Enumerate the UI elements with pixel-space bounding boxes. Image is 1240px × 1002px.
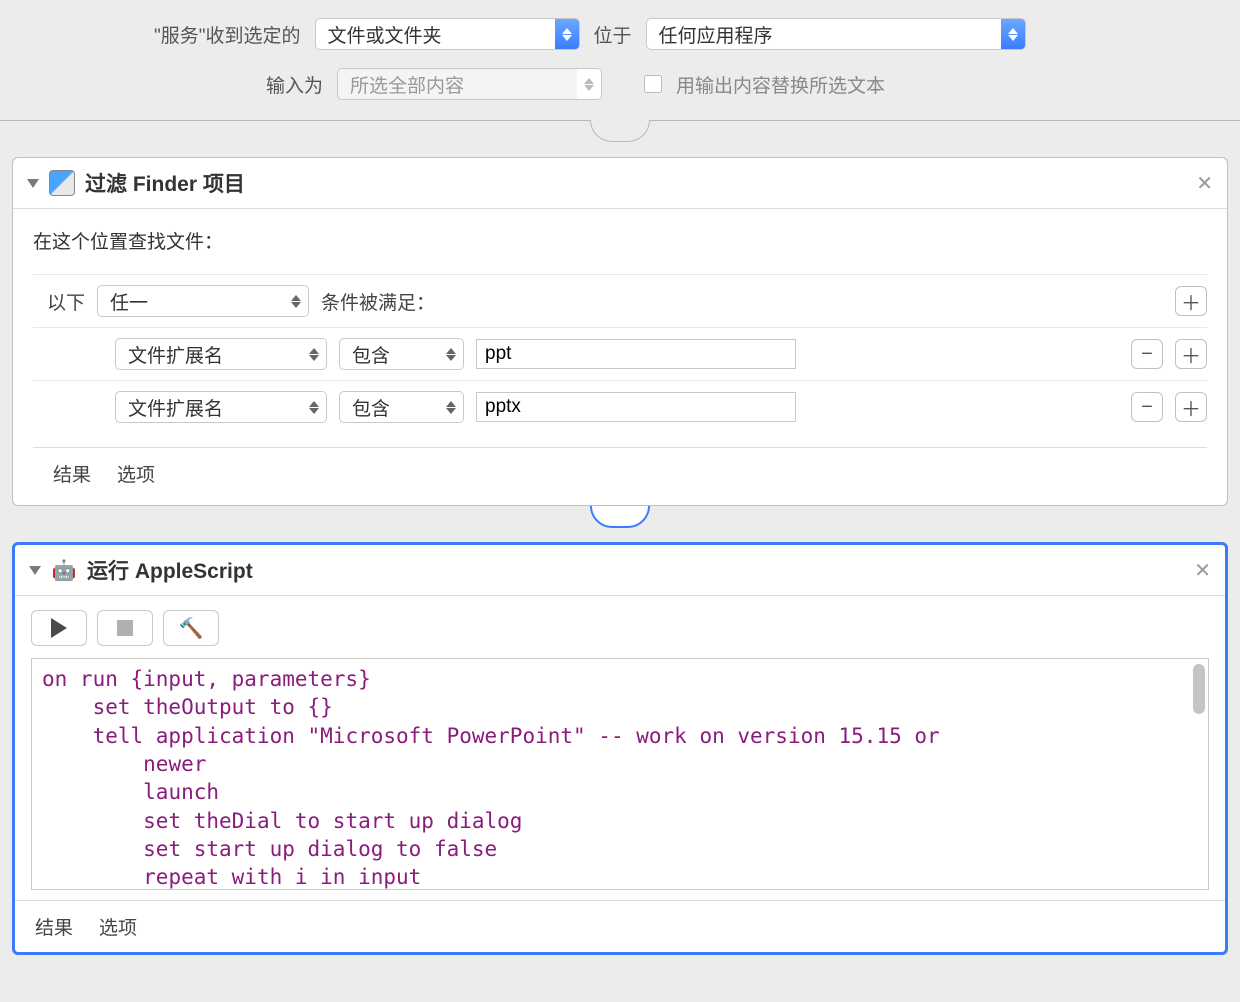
applescript-icon: 🤖 — [51, 557, 77, 583]
action-title: 过滤 Finder 项目 — [85, 168, 245, 198]
flow-connector-icon — [590, 506, 650, 528]
action-header[interactable]: 🤖 运行 AppleScript ✕ — [15, 545, 1225, 596]
script-source[interactable]: on run {input, parameters} set theOutput… — [42, 665, 1198, 890]
script-editor[interactable]: on run {input, parameters} set theOutput… — [31, 658, 1209, 890]
filter-rule-row: 文件扩展名 包含 − ＋ — [33, 380, 1207, 433]
match-mode-select[interactable]: 任一 — [97, 285, 309, 317]
script-toolbar: 🔨 — [15, 596, 1225, 658]
rule-value-input[interactable] — [476, 392, 796, 422]
filter-rule-row: 文件扩展名 包含 − ＋ — [33, 327, 1207, 380]
filter-prompt: 在这个位置查找文件： — [33, 227, 1207, 254]
add-rule-button[interactable]: ＋ — [1175, 339, 1207, 369]
match-suffix-label: 条件被满足： — [321, 288, 435, 315]
rule-attribute-select[interactable]: 文件扩展名 — [115, 338, 327, 370]
play-icon — [51, 618, 67, 638]
add-rule-button[interactable]: ＋ — [1175, 392, 1207, 422]
add-rule-group-button[interactable]: ＋ — [1175, 286, 1207, 316]
close-icon[interactable]: ✕ — [1196, 171, 1213, 196]
run-script-button[interactable] — [31, 610, 87, 646]
close-icon[interactable]: ✕ — [1194, 558, 1211, 583]
flow-connector-icon — [590, 120, 650, 142]
hammer-icon: 🔨 — [179, 616, 204, 641]
input-as-label: 输入为 — [266, 71, 323, 98]
in-label: 位于 — [594, 21, 632, 48]
action-run-applescript: 🤖 运行 AppleScript ✕ 🔨 on run {input, para… — [12, 542, 1228, 955]
scrollbar-thumb[interactable] — [1193, 664, 1205, 714]
finder-icon — [49, 170, 75, 196]
action-title: 运行 AppleScript — [87, 555, 253, 585]
action-footer: 结果 选项 — [33, 447, 1207, 499]
disclosure-triangle-icon[interactable] — [29, 566, 41, 575]
action-header[interactable]: 过滤 Finder 项目 ✕ — [13, 158, 1227, 209]
rule-operator-select[interactable]: 包含 — [339, 338, 464, 370]
remove-rule-button[interactable]: − — [1131, 392, 1163, 422]
rule-operator-select[interactable]: 包含 — [339, 391, 464, 423]
replace-text-checkbox[interactable] — [644, 75, 662, 93]
workflow-input-config: "服务"收到选定的 文件或文件夹 位于 任何应用程序 输入为 所选全部内容 — [0, 0, 1240, 121]
compile-script-button[interactable]: 🔨 — [163, 610, 219, 646]
receives-select[interactable]: 文件或文件夹 — [315, 18, 580, 50]
remove-rule-button[interactable]: − — [1131, 339, 1163, 369]
stop-script-button[interactable] — [97, 610, 153, 646]
rule-value-input[interactable] — [476, 339, 796, 369]
options-tab-button[interactable]: 选项 — [99, 913, 137, 940]
options-tab-button[interactable]: 选项 — [117, 460, 155, 487]
input-as-select: 所选全部内容 — [337, 68, 602, 100]
receives-label: "服务"收到选定的 — [154, 21, 301, 48]
replace-text-label: 用输出内容替换所选文本 — [676, 71, 885, 98]
disclosure-triangle-icon[interactable] — [27, 179, 39, 188]
action-footer: 结果 选项 — [15, 900, 1225, 952]
rule-attribute-select[interactable]: 文件扩展名 — [115, 391, 327, 423]
match-condition-row: 以下 任一 条件被满足： ＋ — [33, 274, 1207, 327]
results-tab-button[interactable]: 结果 — [35, 913, 73, 940]
stop-icon — [117, 620, 133, 636]
location-select[interactable]: 任何应用程序 — [646, 18, 1026, 50]
action-filter-finder-items: 过滤 Finder 项目 ✕ 在这个位置查找文件： 以下 任一 条件被满足： ＋… — [12, 157, 1228, 506]
match-prefix-label: 以下 — [47, 288, 85, 315]
results-tab-button[interactable]: 结果 — [53, 460, 91, 487]
